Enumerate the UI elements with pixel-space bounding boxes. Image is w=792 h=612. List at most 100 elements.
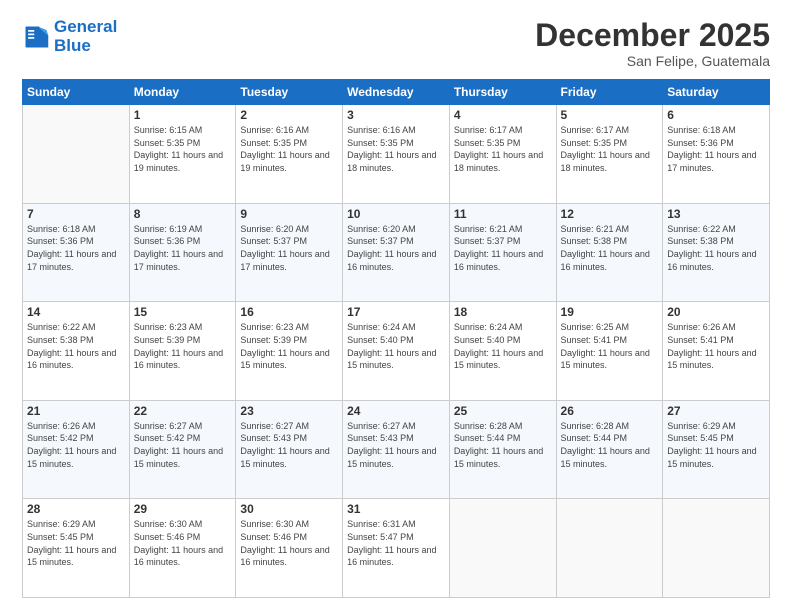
calendar-cell: 17 Sunrise: 6:24 AMSunset: 5:40 PMDayligh… — [343, 302, 450, 401]
day-number: 15 — [134, 305, 232, 319]
day-number: 28 — [27, 502, 125, 516]
col-header-wednesday: Wednesday — [343, 80, 450, 105]
day-number: 21 — [27, 404, 125, 418]
day-info: Sunrise: 6:27 AMSunset: 5:43 PMDaylight:… — [240, 420, 338, 470]
header: General Blue December 2025 San Felipe, G… — [22, 18, 770, 69]
calendar-cell: 7 Sunrise: 6:18 AMSunset: 5:36 PMDaylight… — [23, 203, 130, 302]
day-number: 25 — [454, 404, 552, 418]
day-number: 30 — [240, 502, 338, 516]
calendar-cell — [449, 499, 556, 598]
calendar-cell — [556, 499, 663, 598]
day-number: 11 — [454, 207, 552, 221]
day-number: 1 — [134, 108, 232, 122]
day-info: Sunrise: 6:20 AMSunset: 5:37 PMDaylight:… — [240, 223, 338, 273]
calendar-cell: 3 Sunrise: 6:16 AMSunset: 5:35 PMDaylight… — [343, 105, 450, 204]
calendar-cell: 18 Sunrise: 6:24 AMSunset: 5:40 PMDayligh… — [449, 302, 556, 401]
day-info: Sunrise: 6:31 AMSunset: 5:47 PMDaylight:… — [347, 518, 445, 568]
col-header-monday: Monday — [129, 80, 236, 105]
calendar-cell: 29 Sunrise: 6:30 AMSunset: 5:46 PMDayligh… — [129, 499, 236, 598]
col-header-saturday: Saturday — [663, 80, 770, 105]
calendar-cell: 11 Sunrise: 6:21 AMSunset: 5:37 PMDayligh… — [449, 203, 556, 302]
calendar-cell: 30 Sunrise: 6:30 AMSunset: 5:46 PMDayligh… — [236, 499, 343, 598]
calendar-cell: 25Sunrise: 6:28 AMSunset: 5:44 PMDayligh… — [449, 400, 556, 499]
logo-line1: General — [54, 17, 117, 36]
day-number: 9 — [240, 207, 338, 221]
calendar-cell: 16Sunrise: 6:23 AMSunset: 5:39 PMDayligh… — [236, 302, 343, 401]
day-info: Sunrise: 6:17 AMSunset: 5:35 PMDaylight:… — [454, 124, 552, 174]
day-number: 3 — [347, 108, 445, 122]
day-info: Sunrise: 6:16 AMSunset: 5:35 PMDaylight:… — [347, 124, 445, 174]
calendar-cell: 19 Sunrise: 6:25 AMSunset: 5:41 PMDayligh… — [556, 302, 663, 401]
calendar-cell: 20 Sunrise: 6:26 AMSunset: 5:41 PMDayligh… — [663, 302, 770, 401]
day-info: Sunrise: 6:16 AMSunset: 5:35 PMDaylight:… — [240, 124, 338, 174]
calendar-cell: 5 Sunrise: 6:17 AMSunset: 5:35 PMDaylight… — [556, 105, 663, 204]
calendar-table: SundayMondayTuesdayWednesdayThursdayFrid… — [22, 79, 770, 598]
calendar-week-4: 21 Sunrise: 6:26 AMSunset: 5:42 PMDayligh… — [23, 400, 770, 499]
calendar-week-3: 14Sunrise: 6:22 AMSunset: 5:38 PMDayligh… — [23, 302, 770, 401]
calendar-cell: 28 Sunrise: 6:29 AMSunset: 5:45 PMDayligh… — [23, 499, 130, 598]
day-info: Sunrise: 6:29 AMSunset: 5:45 PMDaylight:… — [667, 420, 765, 470]
calendar-cell: 22 Sunrise: 6:27 AMSunset: 5:42 PMDayligh… — [129, 400, 236, 499]
logo-icon — [22, 23, 50, 51]
day-info: Sunrise: 6:29 AMSunset: 5:45 PMDaylight:… — [27, 518, 125, 568]
calendar-cell: 15 Sunrise: 6:23 AMSunset: 5:39 PMDayligh… — [129, 302, 236, 401]
day-number: 17 — [347, 305, 445, 319]
logo: General Blue — [22, 18, 117, 55]
day-info: Sunrise: 6:21 AMSunset: 5:38 PMDaylight:… — [561, 223, 659, 273]
day-number: 24 — [347, 404, 445, 418]
day-info: Sunrise: 6:19 AMSunset: 5:36 PMDaylight:… — [134, 223, 232, 273]
calendar-cell: 10Sunrise: 6:20 AMSunset: 5:37 PMDayligh… — [343, 203, 450, 302]
day-info: Sunrise: 6:26 AMSunset: 5:41 PMDaylight:… — [667, 321, 765, 371]
calendar-week-2: 7 Sunrise: 6:18 AMSunset: 5:36 PMDaylight… — [23, 203, 770, 302]
day-number: 29 — [134, 502, 232, 516]
day-info: Sunrise: 6:23 AMSunset: 5:39 PMDaylight:… — [134, 321, 232, 371]
day-info: Sunrise: 6:24 AMSunset: 5:40 PMDaylight:… — [347, 321, 445, 371]
day-info: Sunrise: 6:23 AMSunset: 5:39 PMDaylight:… — [240, 321, 338, 371]
calendar-cell: 8Sunrise: 6:19 AMSunset: 5:36 PMDaylight… — [129, 203, 236, 302]
day-info: Sunrise: 6:26 AMSunset: 5:42 PMDaylight:… — [27, 420, 125, 470]
calendar-cell: 1 Sunrise: 6:15 AMSunset: 5:35 PMDaylight… — [129, 105, 236, 204]
day-info: Sunrise: 6:27 AMSunset: 5:43 PMDaylight:… — [347, 420, 445, 470]
calendar-cell: 13Sunrise: 6:22 AMSunset: 5:38 PMDayligh… — [663, 203, 770, 302]
day-info: Sunrise: 6:20 AMSunset: 5:37 PMDaylight:… — [347, 223, 445, 273]
col-header-thursday: Thursday — [449, 80, 556, 105]
col-header-friday: Friday — [556, 80, 663, 105]
day-number: 5 — [561, 108, 659, 122]
day-number: 19 — [561, 305, 659, 319]
col-header-tuesday: Tuesday — [236, 80, 343, 105]
title-block: December 2025 San Felipe, Guatemala — [535, 18, 770, 69]
calendar-cell: 26Sunrise: 6:28 AMSunset: 5:44 PMDayligh… — [556, 400, 663, 499]
logo-line2: Blue — [54, 36, 91, 55]
calendar-cell: 23Sunrise: 6:27 AMSunset: 5:43 PMDayligh… — [236, 400, 343, 499]
day-info: Sunrise: 6:17 AMSunset: 5:35 PMDaylight:… — [561, 124, 659, 174]
day-number: 7 — [27, 207, 125, 221]
day-info: Sunrise: 6:30 AMSunset: 5:46 PMDaylight:… — [240, 518, 338, 568]
day-number: 22 — [134, 404, 232, 418]
day-info: Sunrise: 6:27 AMSunset: 5:42 PMDaylight:… — [134, 420, 232, 470]
calendar-cell: 21 Sunrise: 6:26 AMSunset: 5:42 PMDayligh… — [23, 400, 130, 499]
day-info: Sunrise: 6:28 AMSunset: 5:44 PMDaylight:… — [561, 420, 659, 470]
day-number: 18 — [454, 305, 552, 319]
day-number: 31 — [347, 502, 445, 516]
day-number: 12 — [561, 207, 659, 221]
calendar-cell: 2Sunrise: 6:16 AMSunset: 5:35 PMDaylight… — [236, 105, 343, 204]
location: San Felipe, Guatemala — [535, 53, 770, 69]
day-info: Sunrise: 6:18 AMSunset: 5:36 PMDaylight:… — [27, 223, 125, 273]
day-number: 4 — [454, 108, 552, 122]
calendar-cell: 6Sunrise: 6:18 AMSunset: 5:36 PMDaylight… — [663, 105, 770, 204]
day-info: Sunrise: 6:25 AMSunset: 5:41 PMDaylight:… — [561, 321, 659, 371]
day-number: 27 — [667, 404, 765, 418]
day-info: Sunrise: 6:30 AMSunset: 5:46 PMDaylight:… — [134, 518, 232, 568]
day-number: 20 — [667, 305, 765, 319]
day-info: Sunrise: 6:24 AMSunset: 5:40 PMDaylight:… — [454, 321, 552, 371]
calendar-cell: 9 Sunrise: 6:20 AMSunset: 5:37 PMDaylight… — [236, 203, 343, 302]
day-info: Sunrise: 6:22 AMSunset: 5:38 PMDaylight:… — [667, 223, 765, 273]
calendar-cell: 4 Sunrise: 6:17 AMSunset: 5:35 PMDaylight… — [449, 105, 556, 204]
logo-text: General Blue — [54, 18, 117, 55]
month-title: December 2025 — [535, 18, 770, 53]
day-info: Sunrise: 6:18 AMSunset: 5:36 PMDaylight:… — [667, 124, 765, 174]
day-info: Sunrise: 6:21 AMSunset: 5:37 PMDaylight:… — [454, 223, 552, 273]
calendar-cell: 12 Sunrise: 6:21 AMSunset: 5:38 PMDayligh… — [556, 203, 663, 302]
day-info: Sunrise: 6:15 AMSunset: 5:35 PMDaylight:… — [134, 124, 232, 174]
calendar-week-5: 28 Sunrise: 6:29 AMSunset: 5:45 PMDayligh… — [23, 499, 770, 598]
